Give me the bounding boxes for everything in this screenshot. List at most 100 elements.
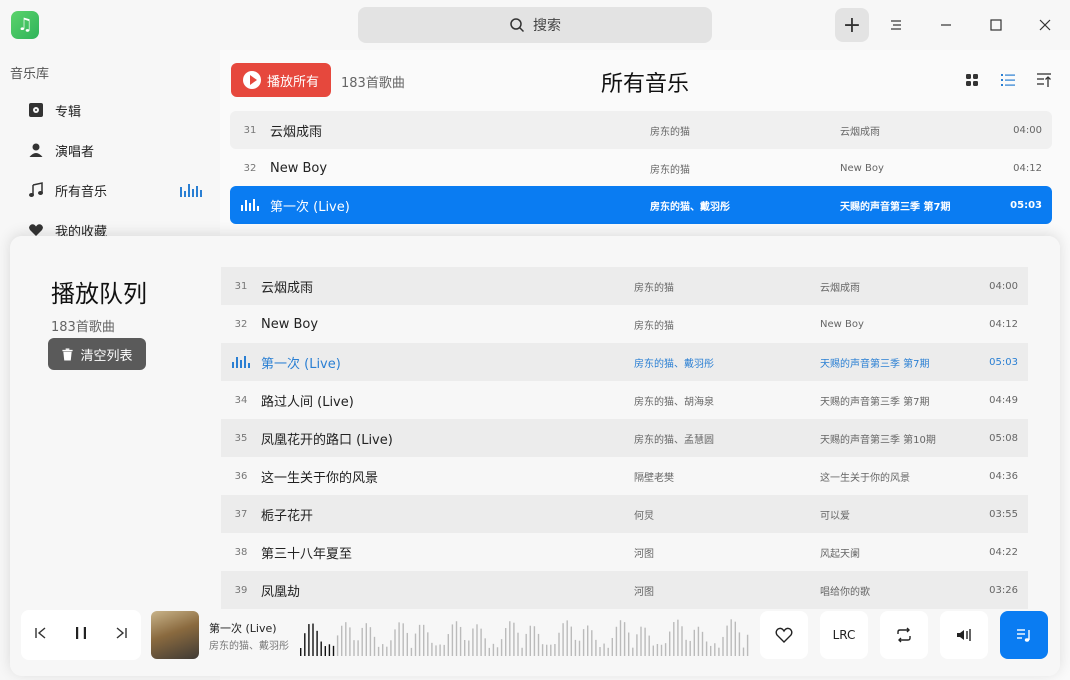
add-button[interactable]: + [835, 8, 869, 42]
track-artist: 房东的猫、胡海泉 [634, 396, 714, 408]
track-number: 32 [234, 318, 248, 330]
waveform-bar [455, 621, 458, 656]
clear-list-label: 清空列表 [80, 348, 133, 364]
list-item[interactable]: 37 栀子花开 何炅 可以爱 03:55 [221, 495, 1028, 533]
list-item[interactable]: 36 这一生关于你的风景 隔壁老樊 这一生关于你的风景 04:36 [221, 457, 1028, 495]
waveform-bar [640, 626, 642, 656]
previous-icon[interactable] [33, 625, 49, 645]
list-item[interactable]: 38 第三十八年夏至 河图 风起天阑 04:22 [221, 533, 1028, 571]
now-playing-artist: 房东的猫、戴羽彤 [209, 641, 289, 652]
track-album: 天赐的声音第三季 第7期 [840, 201, 951, 213]
list-item-playing[interactable]: 第一次 (Live) 房东的猫、戴羽彤 天赐的声音第三季 第7期 05:03 [221, 343, 1028, 381]
list-item[interactable]: 31 云烟成雨 房东的猫 云烟成雨 04:00 [221, 267, 1028, 305]
close-icon[interactable] [1028, 8, 1062, 42]
track-artist: 房东的猫、戴羽彤 [634, 358, 714, 370]
now-playing-title: 第一次 (Live) [209, 622, 277, 635]
waveform-bar [332, 645, 335, 656]
waveform-bar [345, 622, 347, 656]
track-album: 这一生关于你的风景 [820, 472, 910, 484]
sort-icon[interactable] [1034, 70, 1054, 90]
track-title: 路过人间 (Live) [261, 394, 354, 410]
waveform-bar [705, 641, 708, 656]
track-duration: 05:03 [989, 356, 1018, 368]
waveform-bar [574, 639, 577, 656]
sidebar-item-all-music[interactable]: 所有音乐 [26, 172, 216, 208]
table-row-playing[interactable]: 第一次 (Live) 房东的猫、戴羽彤 天赐的声音第三季 第7期 05:03 [230, 186, 1052, 224]
minimize-icon[interactable] [929, 8, 963, 42]
album-cover[interactable] [151, 611, 199, 659]
pause-icon[interactable] [73, 625, 89, 645]
track-album: 云烟成雨 [840, 126, 880, 138]
list-item[interactable]: 35 凤凰花开的路口 (Live) 房东的猫、孟慧圆 天赐的声音第三季 第10期… [221, 419, 1028, 457]
player-bar: 第一次 (Live) 房东的猫、戴羽彤 LRC [10, 600, 1060, 678]
waveform-bar [738, 632, 741, 656]
menu-icon[interactable] [879, 8, 913, 42]
waveform-bar [410, 647, 413, 656]
waveform-bar [320, 641, 322, 656]
track-album: New Boy [840, 162, 884, 174]
waveform-bar [734, 621, 736, 656]
waveform-bar [464, 640, 466, 656]
maximize-icon[interactable] [979, 8, 1013, 42]
play-queue-button[interactable] [1000, 611, 1048, 659]
music-note-icon [26, 180, 46, 200]
waveform-bar [496, 647, 499, 656]
track-album: 天赐的声音第三季 第7期 [820, 396, 930, 408]
waveform-bar [341, 625, 343, 656]
sidebar-item-label: 专辑 [55, 104, 82, 120]
waveform-bar [718, 647, 720, 656]
waveform-bar [558, 632, 560, 656]
waveform-bar [476, 624, 478, 656]
waveform-bar [369, 627, 372, 656]
waveform-bar [607, 647, 609, 656]
waveform-bar [533, 626, 536, 656]
waveform-bar [328, 644, 331, 656]
waveform-bar [599, 647, 601, 656]
waveform-progress[interactable] [300, 612, 750, 656]
track-artist: 房东的猫、戴羽彤 [650, 201, 730, 213]
page-title: 所有音乐 [600, 72, 689, 97]
waveform-bar [324, 646, 326, 656]
next-icon[interactable] [113, 625, 129, 645]
track-album: 风起天阑 [820, 548, 860, 560]
volume-button[interactable] [940, 611, 988, 659]
waveform-bar [459, 626, 462, 656]
track-album: 可以爱 [820, 510, 850, 522]
waveform-bar [435, 645, 437, 656]
search-icon [510, 18, 525, 33]
search-input[interactable]: 搜索 [358, 7, 712, 43]
table-row[interactable]: 32 New Boy 房东的猫 New Boy 04:12 [230, 149, 1052, 187]
waveform-bar [595, 639, 597, 656]
sidebar-item-singers[interactable]: 演唱者 [26, 132, 216, 168]
waveform-bar [746, 634, 749, 656]
track-duration: 03:26 [989, 584, 1018, 596]
sidebar-item-label: 演唱者 [55, 144, 95, 160]
table-row[interactable]: 31 云烟成雨 房东的猫 云烟成雨 04:00 [230, 111, 1052, 149]
list-view-icon[interactable] [998, 70, 1018, 90]
repeat-icon [897, 627, 911, 643]
track-number: 37 [234, 508, 248, 520]
list-item[interactable]: 32 New Boy 房东的猫 New Boy 04:12 [221, 305, 1028, 343]
waveform-bar [414, 633, 417, 656]
waveform-bar [681, 626, 683, 656]
list-item[interactable]: 34 路过人间 (Live) 房东的猫、胡海泉 天赐的声音第三季 第7期 04:… [221, 381, 1028, 419]
track-number: 36 [234, 470, 248, 482]
lyrics-button[interactable]: LRC [820, 611, 868, 659]
waveform-bar [500, 639, 503, 656]
track-artist: 房东的猫 [634, 282, 674, 294]
repeat-button[interactable] [880, 611, 928, 659]
track-title: 凤凰花开的路口 (Live) [261, 432, 393, 448]
favorite-button[interactable] [760, 611, 808, 659]
waveform-bar [418, 624, 421, 656]
clear-list-button[interactable]: 清空列表 [48, 338, 146, 370]
volume-icon [957, 629, 971, 641]
waveform-bar [365, 623, 367, 656]
track-duration: 03:55 [989, 508, 1018, 520]
sidebar-item-albums[interactable]: 专辑 [26, 92, 216, 128]
track-title: 凤凰劫 [261, 584, 301, 600]
waveform-bar [582, 629, 585, 656]
waveform-bar [377, 646, 380, 656]
waveform-bar [373, 636, 376, 656]
waveform-bar [660, 644, 663, 656]
grid-view-icon[interactable] [962, 70, 982, 90]
